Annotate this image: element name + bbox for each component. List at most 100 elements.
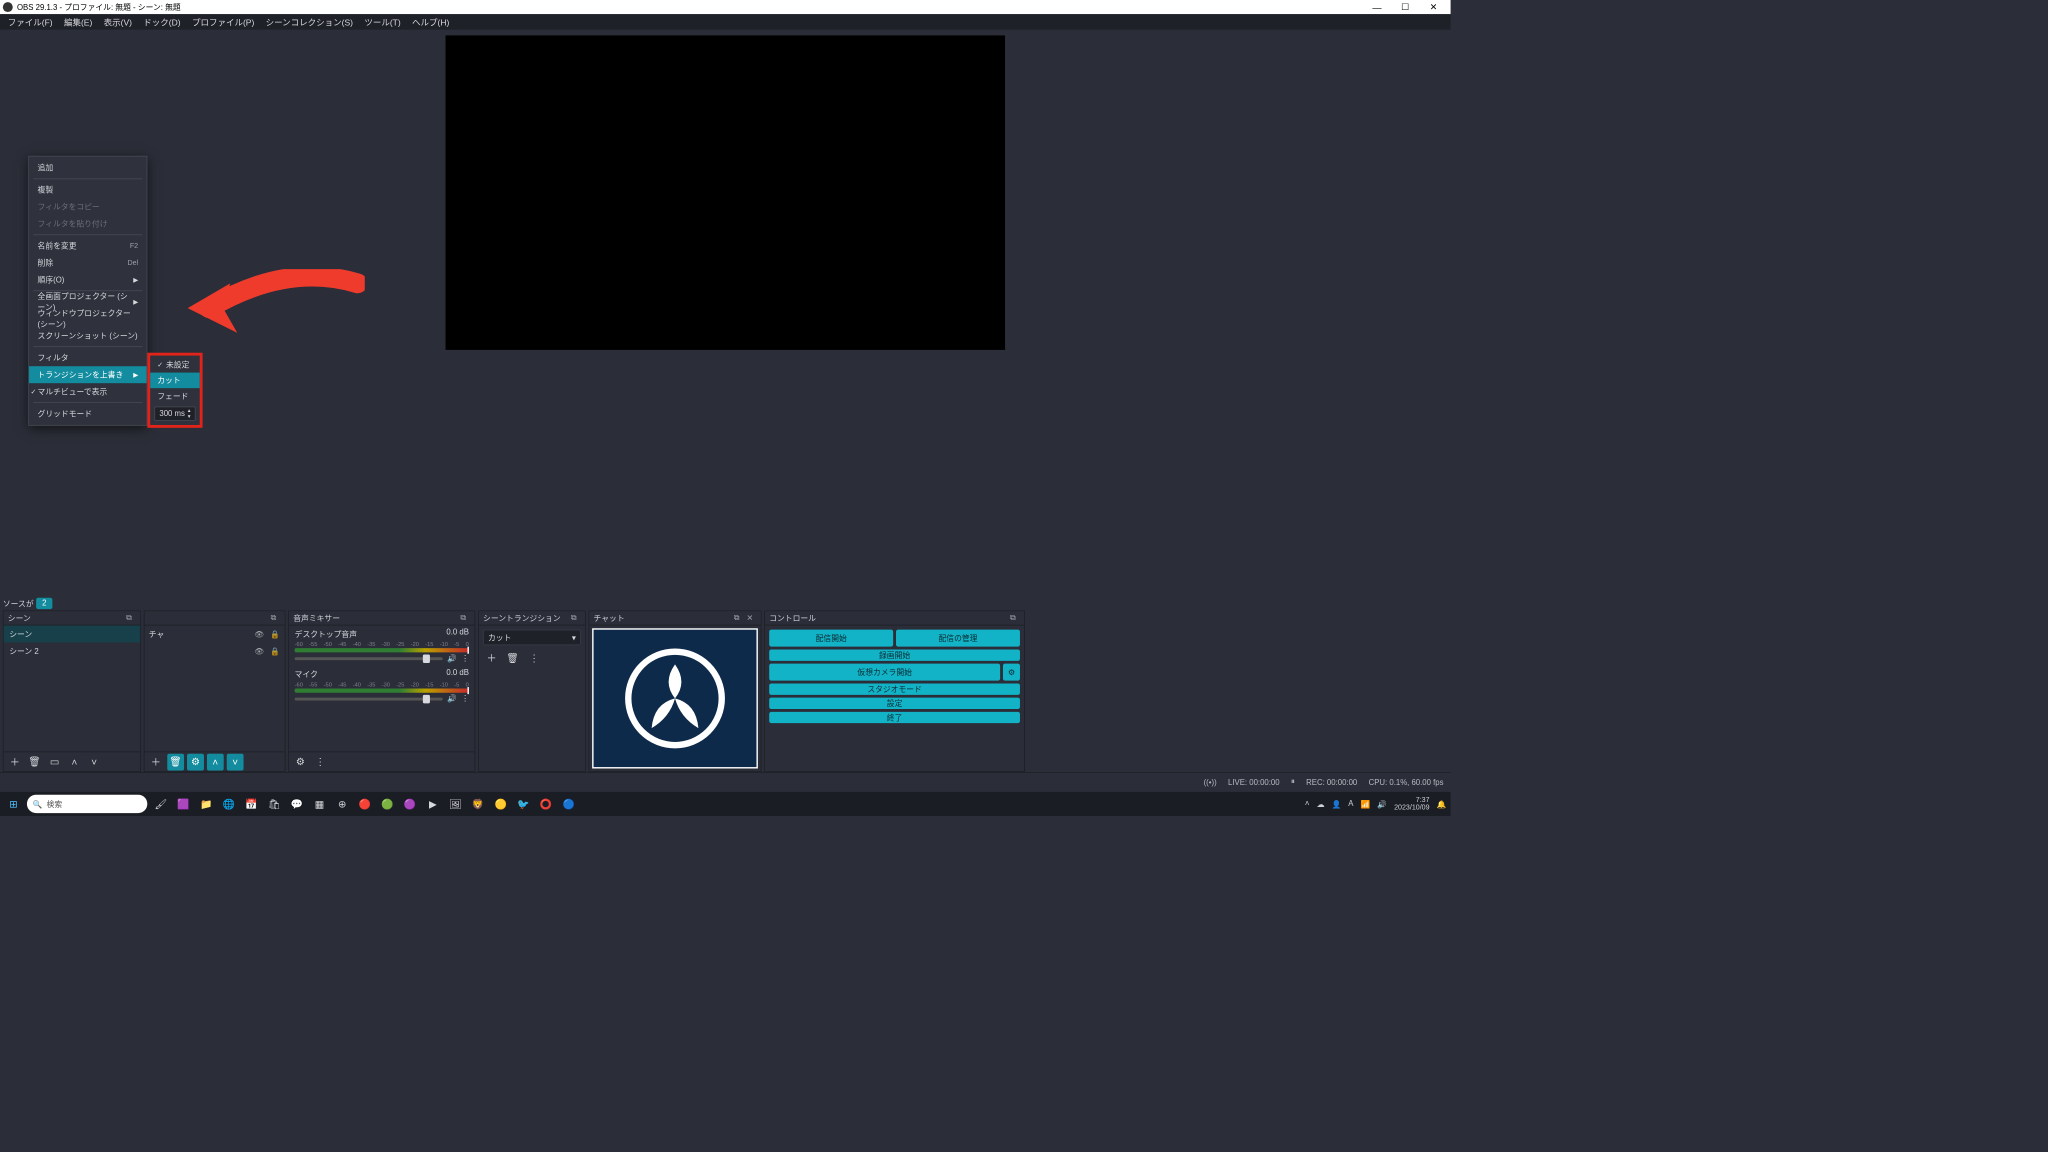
sub-duration-spinner[interactable]: 300 ms ▴▾ <box>154 407 195 421</box>
popout-icon[interactable]: ⧉ <box>460 613 470 623</box>
tray-notification-icon[interactable]: 🔔 <box>1437 799 1447 808</box>
sub-unset[interactable]: 未設定 <box>150 357 200 373</box>
start-virtualcam-button[interactable]: 仮想カメラ開始 <box>769 664 1000 681</box>
volume-slider[interactable] <box>295 657 443 660</box>
volume-slider[interactable] <box>295 697 443 700</box>
ctx-order[interactable]: 順序(O)▶ <box>29 271 147 288</box>
ctx-rename[interactable]: 名前を変更F2 <box>29 237 147 254</box>
tray-chevron-icon[interactable]: ˄ <box>1305 800 1310 808</box>
taskbar-app-icon[interactable]: 🖌 <box>152 795 170 813</box>
transition-menu-button[interactable]: ⋮ <box>526 650 543 667</box>
visibility-icon[interactable]: 👁 <box>254 629 265 638</box>
transition-select[interactable]: カット▾ <box>483 630 581 646</box>
lock-icon[interactable]: 🔒 <box>269 646 280 655</box>
lock-icon[interactable]: 🔒 <box>269 629 280 638</box>
ctx-filters[interactable]: フィルタ <box>29 349 147 366</box>
menu-profile[interactable]: プロファイル(P) <box>187 15 259 30</box>
visibility-icon[interactable]: 👁 <box>254 646 265 655</box>
taskbar-app-icon[interactable]: 🔵 <box>560 795 578 813</box>
virtualcam-settings-button[interactable]: ⚙ <box>1003 664 1020 681</box>
start-streaming-button[interactable]: 配信開始 <box>769 630 893 647</box>
popout-icon[interactable]: ⧉ <box>734 613 744 623</box>
speaker-icon[interactable]: 🔊 <box>447 694 457 703</box>
delete-scene-button[interactable]: 🗑 <box>26 753 43 770</box>
maximize-button[interactable]: ☐ <box>1391 1 1419 12</box>
ctx-screenshot[interactable]: スクリーンショット (シーン) <box>29 327 147 344</box>
tray-ime-icon[interactable]: A <box>1348 800 1353 808</box>
add-source-button[interactable]: ＋ <box>147 753 164 770</box>
taskbar-clock[interactable]: 7:37 2023/10/09 <box>1394 796 1429 812</box>
add-scene-button[interactable]: ＋ <box>6 753 23 770</box>
sub-cut[interactable]: カット <box>150 373 200 389</box>
ctx-window-projector[interactable]: ウィンドウプロジェクター (シーン) <box>29 310 147 327</box>
taskbar-app-icon[interactable]: 🟡 <box>492 795 510 813</box>
ctx-override-transition[interactable]: トランジションを上書き▶ <box>29 366 147 383</box>
menu-scene-collection[interactable]: シーンコレクション(S) <box>261 15 358 30</box>
taskbar-app-icon[interactable]: 🔴 <box>356 795 374 813</box>
scene-item[interactable]: シーン 2 <box>4 642 141 659</box>
taskbar-app-icon[interactable]: 🟪 <box>174 795 192 813</box>
ctx-duplicate[interactable]: 複製 <box>29 181 147 198</box>
close-icon[interactable]: ✕ <box>747 613 757 623</box>
menu-tools[interactable]: ツール(T) <box>359 15 405 30</box>
scene-down-button[interactable]: ˅ <box>86 753 103 770</box>
minimize-button[interactable]: — <box>1363 2 1391 13</box>
source-row[interactable]: チャ 👁 🔒 <box>144 625 284 642</box>
preview-canvas[interactable] <box>446 35 1006 349</box>
channel-menu-icon[interactable]: ⋮ <box>461 694 469 703</box>
studio-mode-button[interactable]: スタジオモード <box>769 684 1020 695</box>
popout-icon[interactable]: ⧉ <box>126 613 136 623</box>
manage-stream-button[interactable]: 配信の管理 <box>896 630 1020 647</box>
add-transition-button[interactable]: ＋ <box>483 650 500 667</box>
speaker-icon[interactable]: 🔊 <box>447 654 457 663</box>
taskbar-app-icon[interactable]: 🟣 <box>401 795 419 813</box>
taskbar-app-icon[interactable]: 🐦 <box>514 795 532 813</box>
taskbar-app-icon[interactable]: 🟢 <box>378 795 396 813</box>
taskbar-app-icon[interactable]: 📁 <box>197 795 215 813</box>
taskbar-app-icon[interactable]: 🖼 <box>446 795 464 813</box>
source-up-button[interactable]: ˄ <box>207 753 224 770</box>
menu-file[interactable]: ファイル(F) <box>3 15 58 30</box>
source-row[interactable]: 👁 🔒 <box>144 642 284 659</box>
scene-up-button[interactable]: ˄ <box>66 753 83 770</box>
ctx-show-multiview[interactable]: マルチビューで表示 <box>29 383 147 400</box>
ctx-add[interactable]: 追加 <box>29 159 147 176</box>
start-button[interactable]: ⊞ <box>4 795 22 813</box>
taskbar-app-icon[interactable]: 🌐 <box>220 795 238 813</box>
taskbar-app-icon[interactable]: ▦ <box>310 795 328 813</box>
sub-fade[interactable]: フェード <box>150 388 200 404</box>
ctx-grid-mode[interactable]: グリッドモード <box>29 405 147 422</box>
taskbar-app-icon[interactable]: 🛍 <box>265 795 283 813</box>
taskbar-obs-icon[interactable]: ⭕ <box>537 795 555 813</box>
start-recording-button[interactable]: 録画開始 <box>769 650 1020 661</box>
tray-volume-icon[interactable]: 🔊 <box>1377 799 1387 808</box>
taskbar-search[interactable]: 🔍 検索 <box>27 795 147 813</box>
source-down-button[interactable]: ˅ <box>227 753 244 770</box>
taskbar-app-icon[interactable]: 💬 <box>288 795 306 813</box>
popout-icon[interactable]: ⧉ <box>571 613 581 623</box>
channel-menu-icon[interactable]: ⋮ <box>461 654 469 663</box>
delete-transition-button[interactable]: 🗑 <box>504 650 521 667</box>
tray-people-icon[interactable]: 👤 <box>1331 799 1341 808</box>
taskbar-app-icon[interactable]: ▶ <box>424 795 442 813</box>
delete-source-button[interactable]: 🗑 <box>167 753 184 770</box>
menu-view[interactable]: 表示(V) <box>99 15 137 30</box>
close-button[interactable]: ✕ <box>1419 1 1447 12</box>
popout-icon[interactable]: ⧉ <box>1010 613 1020 623</box>
scene-item[interactable]: シーン <box>4 625 141 642</box>
menu-dock[interactable]: ドック(D) <box>138 15 185 30</box>
popout-icon[interactable]: ⧉ <box>271 613 281 623</box>
exit-button[interactable]: 終了 <box>769 712 1020 723</box>
source-properties-button[interactable]: ⚙ <box>187 753 204 770</box>
tray-wifi-icon[interactable]: 📶 <box>1361 799 1371 808</box>
tray-onedrive-icon[interactable]: ☁ <box>1317 799 1325 808</box>
mixer-menu-button[interactable]: ⋮ <box>312 753 329 770</box>
settings-button[interactable]: 設定 <box>769 698 1020 709</box>
scene-filter-button[interactable]: ▭ <box>46 753 63 770</box>
taskbar-app-icon[interactable]: ⊕ <box>333 795 351 813</box>
mixer-settings-button[interactable]: ⚙ <box>292 753 309 770</box>
menu-edit[interactable]: 編集(E) <box>59 15 97 30</box>
menu-help[interactable]: ヘルプ(H) <box>407 15 454 30</box>
taskbar-app-icon[interactable]: 📅 <box>242 795 260 813</box>
ctx-delete[interactable]: 削除Del <box>29 254 147 271</box>
